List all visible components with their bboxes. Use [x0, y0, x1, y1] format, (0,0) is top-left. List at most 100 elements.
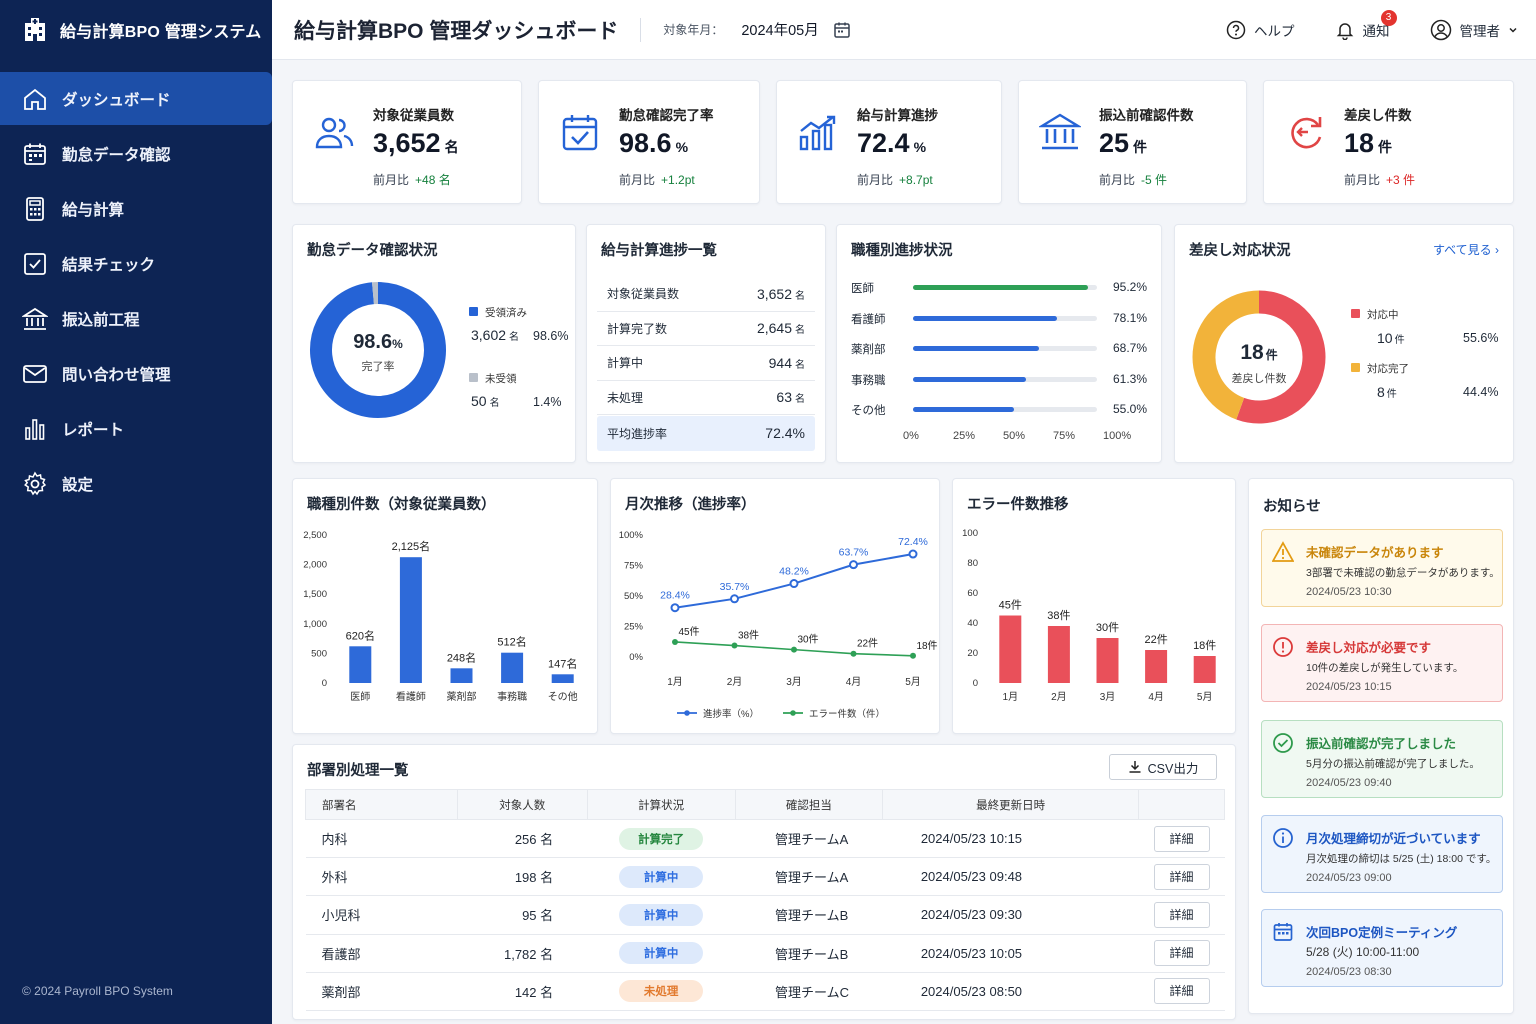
dept-count: 198 名 — [514, 870, 554, 886]
status-badge: 計算中 — [619, 942, 704, 965]
notice-date: 2024/05/23 09:00 — [1306, 872, 1392, 884]
table-header[interactable]: 計算状況 — [586, 789, 736, 820]
sidebar-item-2[interactable]: 給与計算 — [0, 182, 272, 235]
calendar-icon[interactable] — [833, 21, 851, 39]
kpi-label: 給与計算進捗 — [857, 108, 938, 123]
progress-row-label: 対象従業員数 — [607, 287, 680, 302]
csv-export-button[interactable]: CSV出力 — [1109, 754, 1217, 780]
notification-badge: 3 — [1380, 10, 1397, 26]
kpi-label: 差戻し件数 — [1344, 108, 1412, 123]
occupation-row-label: 薬剤部 — [851, 344, 886, 356]
dept-action-cell: 詳細 — [1139, 934, 1225, 972]
notice-item[interactable]: 次回BPO定例ミーティング 5/28 (火) 10:00-11:00 2024/05… — [1261, 909, 1503, 987]
sidebar-item-3[interactable]: 結果チェック — [0, 237, 272, 290]
alert-icon — [1273, 637, 1293, 657]
gear-icon — [24, 471, 47, 495]
brand: 給与計算BPO 管理システム — [0, 0, 272, 60]
sidebar-nav: ダッシュボード 勤怠データ確認給与計算結果チェック振込前工程問い合わせ管理 レポート… — [0, 72, 272, 510]
data-label: 2,125名 — [392, 539, 431, 553]
table-row: 薬剤部 142 名 未処理 管理チームC 2024/05/23 08:50 詳細 — [305, 972, 1225, 1011]
data-label: 35.7% — [720, 581, 750, 593]
view-all-link[interactable]: すべて見る › — [1433, 241, 1499, 258]
progress-row-label: 計算完了数 — [607, 321, 668, 336]
table-header[interactable]: 確認担当 — [734, 789, 884, 820]
detail-button[interactable]: 詳細 — [1153, 863, 1210, 890]
bar — [551, 674, 574, 683]
kpi-value: 18 — [1344, 128, 1375, 158]
user-menu[interactable]: 管理者 — [1430, 19, 1519, 41]
help-button[interactable]: ヘルプ — [1226, 20, 1295, 40]
bar — [1193, 656, 1216, 683]
copyright: © 2024 Payroll BPO System — [22, 984, 173, 998]
sidebar-item-4[interactable]: 振込前工程 — [0, 292, 272, 345]
period-value[interactable]: 2024年05月 — [741, 19, 818, 40]
progress-row: 平均進捗率 72.4% — [597, 416, 815, 451]
dept-name: 外科 — [321, 870, 348, 886]
sidebar-item-1[interactable]: 勤怠データ確認 — [0, 127, 272, 180]
dept-updated: 2024/05/23 09:48 — [920, 869, 1023, 885]
notice-body: 月次処理の締切は 5/25 (土) 18:00 です。 — [1306, 853, 1497, 865]
bar — [1096, 638, 1119, 683]
notice-item[interactable]: 差戻し対応が必要です 10件の差戻しが発生しています。 2024/05/23 10:… — [1261, 624, 1503, 702]
kpi-label: 対象従業員数 — [373, 108, 454, 123]
dept-status-cell: 計算完了 — [587, 820, 735, 858]
kpi-value: 72.4 — [857, 128, 910, 158]
sidebar-item-label: 振込前工程 — [62, 311, 140, 329]
returns-center-label: 差戻し件数 — [1231, 373, 1287, 385]
y-tick: 60 — [967, 588, 978, 599]
progress-row-value: 63 — [776, 389, 792, 406]
y-tick: 0 — [973, 678, 978, 689]
kpi-card: 対象従業員数 3,652 名前月比 +48 名 — [292, 80, 522, 204]
sidebar-item-7[interactable]: 設定 — [0, 457, 272, 510]
detail-button[interactable]: 詳細 — [1153, 901, 1210, 928]
download-icon — [1129, 761, 1141, 773]
data-point — [670, 603, 680, 613]
legend-swatch — [1351, 363, 1360, 372]
sidebar-item-label: 給与計算 — [62, 201, 125, 219]
growth-chart-icon — [799, 115, 836, 151]
kpi-compare: 前月比 +3 件 — [1344, 171, 1415, 188]
notice-item[interactable]: 月次処理締切が近づいています 月次処理の締切は 5/25 (土) 18:00 です… — [1261, 815, 1503, 893]
check-circle-icon — [1273, 733, 1293, 753]
detail-button[interactable]: 詳細 — [1153, 978, 1210, 1005]
data-point — [908, 549, 918, 559]
notice-date: 2024/05/23 08:30 — [1306, 966, 1392, 978]
y-tick: 75% — [624, 561, 644, 572]
kpi-unit: % — [675, 139, 689, 155]
x-tick: 5月 — [1197, 691, 1213, 703]
progress-row-value: 72.4% — [765, 425, 805, 442]
kpi-label: 振込前確認件数 — [1099, 108, 1194, 123]
kpi-compare-value: -5 件 — [1141, 173, 1168, 187]
table-header[interactable]: 部署名 — [305, 789, 458, 820]
kpi-compare: 前月比 +48 名 — [373, 171, 451, 188]
table-row: 看護部 1,782 名 計算中 管理チームB 2024/05/23 10:05 詳細 — [305, 934, 1225, 973]
table-header[interactable]: 対象人数 — [456, 789, 588, 820]
notice-item[interactable]: 振込前確認が完了しました 5月分の振込前確認が完了しました。 2024/05/23 … — [1261, 720, 1503, 798]
x-tick: 5月 — [905, 676, 921, 688]
legend-label: 対応中 — [1367, 309, 1399, 321]
x-tick: 1月 — [667, 676, 683, 688]
x-tick: 薬剤部 — [447, 690, 477, 703]
data-label: 512名 — [497, 635, 526, 649]
x-tick: 4月 — [846, 676, 862, 688]
notification-button[interactable]: 3 通知 — [1335, 10, 1397, 40]
dept-action-cell: 詳細 — [1139, 820, 1225, 858]
occupation-count-card: 職種別件数（対象従業員数） 0 500 1,000 1,500 2,000 2,500 62… — [292, 478, 598, 734]
dept-owner: 管理チームB — [775, 946, 849, 962]
notice-item[interactable]: 未確認データがあります 3部署で未確認の勤怠データがあります。 2024/05/23… — [1261, 529, 1503, 607]
occupation-row-value: 61.3% — [1113, 371, 1148, 386]
data-label: 147名 — [548, 656, 577, 670]
sidebar-item-0[interactable]: ダッシュボード — [0, 72, 272, 125]
detail-button[interactable]: 詳細 — [1153, 825, 1210, 852]
table-header[interactable]: 最終更新日時 — [882, 789, 1140, 820]
returns-card: 差戻し対応状況 すべて見る › 18 件 差戻し件数 対応中 10 件 55.6% 対応完… — [1174, 224, 1514, 463]
user-avatar-icon — [1430, 19, 1451, 41]
detail-button[interactable]: 詳細 — [1153, 940, 1210, 967]
sidebar-item-5[interactable]: 問い合わせ管理 — [0, 347, 272, 400]
progress-row-value-wrap: 3,652 名 — [757, 286, 805, 302]
sidebar-item-6[interactable]: レポート — [0, 402, 272, 455]
occupation-progress-card: 職種別進捗状況 医師 95.2% 看護師 78.1% 薬剤部 68.7% 事務職 61.3% そ… — [836, 224, 1162, 463]
error-trend-chart: 0 20 40 60 80 100 45件 1月 38件 2月 30件 3月 22件 4月 18件 5月 — [962, 528, 1216, 703]
dept-name: 内科 — [321, 832, 348, 848]
user-name: 管理者 — [1459, 24, 1501, 39]
